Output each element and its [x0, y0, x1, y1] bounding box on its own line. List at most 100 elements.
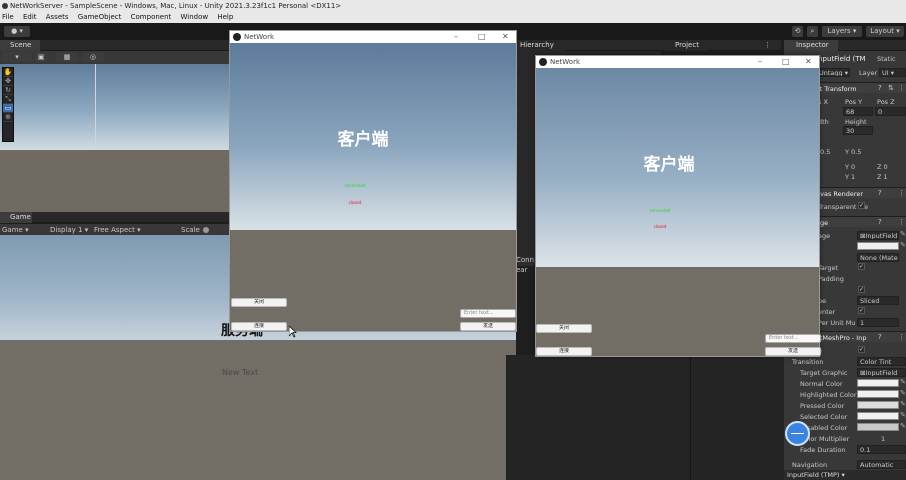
display-dropdown[interactable]: Display 1 ▾: [50, 226, 88, 234]
pos-z-field[interactable]: 0: [875, 107, 906, 116]
console-tab[interactable]: Conn: [516, 256, 535, 266]
scene-view-ground[interactable]: [0, 150, 232, 212]
tab-scene[interactable]: Scene: [0, 40, 40, 51]
tab-game[interactable]: Game: [0, 212, 32, 223]
menu-file[interactable]: File: [2, 12, 14, 23]
eyedropper-icon[interactable]: ✎: [900, 230, 906, 238]
help-icon[interactable]: ?: [878, 218, 882, 226]
help-icon[interactable]: ?: [878, 84, 882, 92]
tag-dropdown[interactable]: Untagg ▾: [816, 68, 850, 77]
help-icon[interactable]: ?: [878, 333, 882, 341]
color-multiplier-field[interactable]: 1: [881, 435, 885, 443]
client-2-message-input[interactable]: Enter text...: [765, 334, 821, 343]
component-menu-icon[interactable]: ⋮: [898, 84, 905, 92]
component-menu-icon[interactable]: ⋮: [898, 333, 905, 341]
game-view-ground[interactable]: [0, 340, 516, 480]
scene-gizmo-toggle[interactable]: ▦: [56, 52, 78, 62]
menu-help[interactable]: Help: [217, 12, 233, 23]
rotation-y-value[interactable]: Y 0: [845, 163, 855, 171]
component-menu-icon[interactable]: ⋮: [898, 218, 905, 226]
minimize-icon[interactable]: –: [758, 56, 762, 68]
layer-dropdown[interactable]: UI ▾: [879, 68, 906, 77]
client-1-connect-button[interactable]: 连接: [231, 322, 287, 331]
pressed-color-swatch[interactable]: [857, 401, 899, 409]
menu-component[interactable]: Component: [131, 12, 172, 23]
ppu-field[interactable]: 1: [857, 318, 899, 327]
eyedropper-icon[interactable]: ✎: [900, 378, 906, 386]
tab-hierarchy[interactable]: Hierarchy: [516, 40, 566, 51]
height-field[interactable]: 30: [843, 126, 873, 135]
close-icon[interactable]: ✕: [502, 31, 509, 43]
eyedropper-icon[interactable]: ✎: [900, 411, 906, 419]
scale-y-value[interactable]: Y 1: [845, 173, 855, 181]
source-image-field[interactable]: ⊠InputField: [857, 231, 899, 240]
client-2-connect-button[interactable]: 连接: [536, 347, 592, 356]
help-icon[interactable]: ?: [878, 189, 882, 197]
eyedropper-icon[interactable]: ✎: [900, 400, 906, 408]
static-label[interactable]: Static: [877, 55, 896, 63]
client-1-close-button[interactable]: 关闭: [231, 298, 287, 307]
image-color-swatch[interactable]: [857, 242, 899, 250]
navigation-dropdown[interactable]: Automatic: [857, 460, 906, 469]
close-icon[interactable]: ✕: [805, 56, 812, 68]
scene-camera-toggle[interactable]: ◎: [82, 52, 104, 62]
move-tool-icon[interactable]: ✥: [3, 77, 13, 86]
more-icon[interactable]: ⋮: [764, 41, 771, 49]
eyedropper-icon[interactable]: ✎: [900, 241, 906, 249]
menu-assets[interactable]: Assets: [46, 12, 69, 23]
search-icon[interactable]: ⌕: [807, 26, 818, 37]
floating-record-button[interactable]: [785, 421, 810, 446]
normal-color-swatch[interactable]: [857, 379, 899, 387]
pos-y-field[interactable]: 68: [843, 107, 873, 116]
interactable-checkbox[interactable]: ✓: [858, 346, 865, 353]
menu-gameobject[interactable]: GameObject: [78, 12, 122, 23]
minimize-icon[interactable]: –: [454, 31, 458, 43]
client-1-send-button[interactable]: 发送: [460, 322, 516, 331]
game-mode-label[interactable]: Game ▾: [2, 226, 29, 234]
scene-draw-mode[interactable]: ▾: [2, 52, 32, 62]
transition-dropdown[interactable]: Color Tint: [857, 357, 906, 366]
menu-window[interactable]: Window: [181, 12, 209, 23]
image-type-dropdown[interactable]: Sliced: [857, 296, 899, 305]
transform-tool-icon[interactable]: ⊕: [3, 113, 13, 122]
client-1-message-input[interactable]: Enter text...: [460, 309, 516, 318]
raycast-padding-label[interactable]: Padding: [818, 275, 844, 283]
layers-dropdown[interactable]: Layers ▾: [822, 26, 862, 37]
scale-slider-handle[interactable]: [203, 227, 209, 233]
account-button[interactable]: ● ▾: [4, 26, 30, 37]
rotate-tool-icon[interactable]: ↻: [3, 86, 13, 95]
cull-checkbox[interactable]: ✓: [858, 202, 865, 209]
client-2-send-button[interactable]: 发送: [765, 347, 821, 356]
maximize-icon[interactable]: □: [478, 31, 486, 43]
rect-tool-icon[interactable]: ▭: [3, 104, 13, 113]
scene-2d-toggle[interactable]: ▣: [35, 52, 47, 62]
eyedropper-icon[interactable]: ✎: [900, 389, 906, 397]
maskable-checkbox[interactable]: ✓: [858, 286, 865, 293]
hand-tool-icon[interactable]: ✋: [3, 68, 13, 77]
history-icon[interactable]: ⟲: [792, 26, 803, 37]
maximize-icon[interactable]: □: [782, 56, 790, 68]
aspect-dropdown[interactable]: Free Aspect ▾: [94, 226, 141, 234]
settings-icon[interactable]: ⇅: [888, 84, 894, 92]
eyedropper-icon[interactable]: ✎: [900, 422, 906, 430]
pivot-x-value[interactable]: 0.5: [820, 148, 830, 156]
menu-edit[interactable]: Edit: [23, 12, 37, 23]
scale-z-value[interactable]: Z 1: [877, 173, 888, 181]
fill-center-checkbox[interactable]: ✓: [858, 307, 865, 314]
tab-inspector[interactable]: Inspector: [784, 40, 838, 51]
material-field[interactable]: None (Mater: [857, 253, 899, 262]
console-clear[interactable]: ear: [516, 266, 535, 274]
scale-tool-icon[interactable]: ⤡: [3, 95, 13, 104]
raycast-target-checkbox[interactable]: ✓: [858, 263, 865, 270]
rotation-z-value[interactable]: Z 0: [877, 163, 888, 171]
client-2-close-button[interactable]: 关闭: [536, 324, 592, 333]
disabled-color-swatch[interactable]: [857, 423, 899, 431]
pivot-y-value[interactable]: Y 0.5: [845, 148, 861, 156]
inspector-object-name[interactable]: InputField (TM: [816, 55, 866, 63]
highlighted-color-swatch[interactable]: [857, 390, 899, 398]
fade-duration-field[interactable]: 0.1: [857, 445, 906, 454]
layout-dropdown[interactable]: Layout ▾: [866, 26, 904, 37]
selected-color-swatch[interactable]: [857, 412, 899, 420]
tab-project[interactable]: Project: [663, 40, 707, 51]
component-menu-icon[interactable]: ⋮: [898, 189, 905, 197]
